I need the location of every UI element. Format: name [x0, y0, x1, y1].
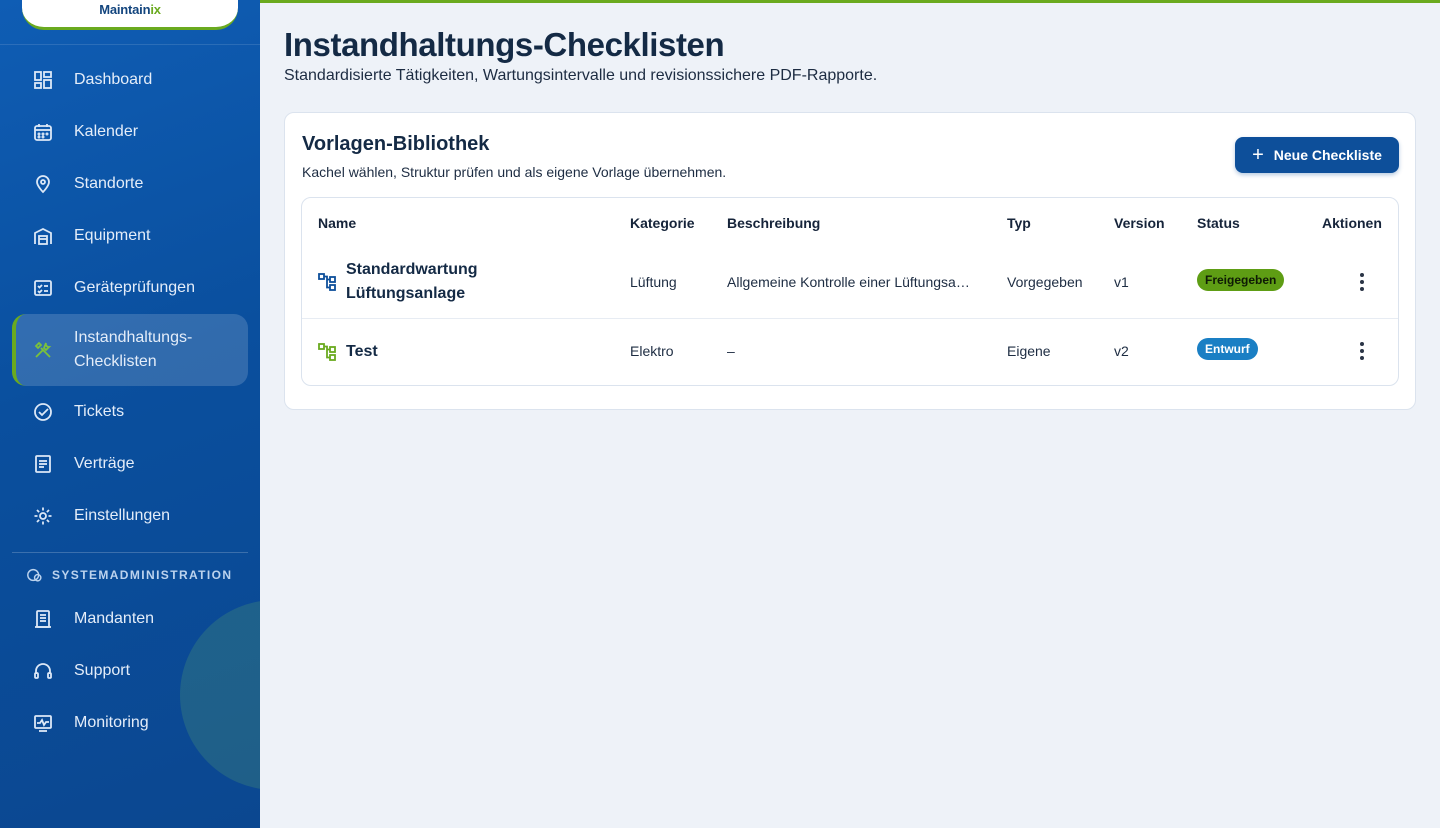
table-header: Name Kategorie Beschreibung Typ Version …: [302, 198, 1398, 246]
tools-icon: [32, 339, 54, 361]
sidebar-item-label: Instandhaltungs-: [74, 329, 193, 346]
row-category: Lüftung: [630, 274, 677, 290]
section-title: SYSTEMADMINISTRATION: [52, 568, 233, 582]
logo-main-text: Maintain: [99, 2, 151, 17]
sidebar: Maintainix Dashboard Kalender Standorte …: [0, 0, 260, 828]
col-name[interactable]: Name: [318, 215, 356, 231]
table-row[interactable]: Test Elektro – Eigene v2 Entwurf: [302, 319, 1398, 385]
template-library-card: Vorlagen-Bibliothek Kachel wählen, Struk…: [284, 112, 1416, 410]
col-version[interactable]: Version: [1114, 215, 1165, 231]
sidebar-item-einstellungen[interactable]: Einstellungen: [12, 490, 248, 542]
more-actions-icon[interactable]: [1359, 342, 1365, 360]
sidebar-item-label: Equipment: [74, 227, 151, 244]
sidebar-item-label: Verträge: [74, 455, 135, 472]
sidebar-item-vertraege[interactable]: Verträge: [12, 438, 248, 490]
row-name[interactable]: Standardwartung: [346, 258, 478, 282]
col-aktionen: Aktionen: [1322, 215, 1382, 231]
card-subtitle: Kachel wählen, Struktur prüfen und als e…: [302, 164, 727, 180]
col-beschreibung[interactable]: Beschreibung: [727, 215, 820, 231]
status-badge: Entwurf: [1197, 338, 1258, 360]
row-version: v2: [1114, 343, 1129, 359]
sidebar-item-standorte[interactable]: Standorte: [12, 158, 248, 210]
sidebar-item-label: Monitoring: [74, 714, 149, 731]
row-description: Allgemeine Kontrolle einer Lüftungsa…: [727, 274, 970, 290]
status-badge: Freigegeben: [1197, 269, 1285, 291]
headset-icon: [32, 660, 54, 682]
sidebar-item-monitoring[interactable]: Monitoring: [12, 697, 248, 749]
sidebar-item-label: Dashboard: [74, 71, 153, 88]
dashboard-icon: [32, 69, 54, 91]
name-cell: Standardwartung Lüftungsanlage: [318, 258, 478, 306]
sidebar-item-dashboard[interactable]: Dashboard: [12, 54, 248, 106]
sidebar-item-label: Mandanten: [74, 610, 155, 627]
nav-divider: [12, 552, 248, 553]
location-pin-icon: [32, 173, 54, 195]
calendar-icon: [32, 121, 54, 143]
document-icon: [32, 453, 54, 475]
sidebar-item-label: Kalender: [74, 123, 139, 140]
row-type: Vorgegeben: [1007, 274, 1083, 290]
more-actions-icon[interactable]: [1359, 273, 1365, 291]
sidebar-item-equipment[interactable]: Equipment: [12, 210, 248, 262]
sidebar-item-label-line2: Checklisten: [74, 353, 157, 370]
row-category: Elektro: [630, 343, 674, 359]
gear-icon: [32, 505, 54, 527]
sidebar-item-instandhaltungs-checklisten[interactable]: Instandhaltungs- Checklisten: [12, 314, 248, 386]
col-typ[interactable]: Typ: [1007, 215, 1031, 231]
row-type: Eigene: [1007, 343, 1051, 359]
col-status[interactable]: Status: [1197, 215, 1240, 231]
new-checklist-label: Neue Checkliste: [1273, 147, 1382, 163]
sidebar-item-label: Geräteprüfungen: [74, 279, 195, 296]
logo-accent-text: ix: [150, 2, 161, 17]
table-row[interactable]: Standardwartung Lüftungsanlage Lüftung Al…: [302, 246, 1398, 319]
sidebar-item-tickets[interactable]: Tickets: [12, 386, 248, 438]
row-name[interactable]: Test: [346, 340, 378, 364]
checklist-table: Name Kategorie Beschreibung Typ Version …: [301, 197, 1399, 386]
card-title: Vorlagen-Bibliothek: [302, 133, 490, 155]
main-nav: Dashboard Kalender Standorte Equipment G…: [12, 54, 248, 749]
checklist-icon: [32, 277, 54, 299]
warehouse-icon: [32, 225, 54, 247]
new-checklist-button[interactable]: + Neue Checkliste: [1235, 137, 1399, 173]
monitoring-icon: [32, 712, 54, 734]
logo[interactable]: Maintainix: [22, 0, 238, 30]
row-description: –: [727, 343, 735, 359]
check-circle-icon: [32, 401, 54, 423]
sidebar-item-kalender[interactable]: Kalender: [12, 106, 248, 158]
hierarchy-icon: [318, 273, 336, 291]
sidebar-item-label: Tickets: [74, 403, 125, 420]
sidebar-item-mandanten[interactable]: Mandanten: [12, 593, 248, 645]
page-title: Instandhaltungs-Checklisten: [284, 26, 725, 63]
top-accent-line: [260, 0, 1440, 3]
page-subtitle: Standardisierte Tätigkeiten, Wartungsint…: [284, 67, 878, 84]
row-name-line2: Lüftungsanlage: [346, 285, 466, 302]
sidebar-item-geraetepruefungen[interactable]: Geräteprüfungen: [12, 262, 248, 314]
hierarchy-icon: [318, 343, 336, 361]
sidebar-item-support[interactable]: Support: [12, 645, 248, 697]
admin-shield-icon: [27, 568, 42, 582]
sidebar-item-label: Einstellungen: [74, 507, 171, 524]
divider: [0, 44, 260, 45]
sidebar-item-label: Support: [74, 662, 131, 679]
name-cell: Test: [318, 340, 378, 364]
row-version: v1: [1114, 274, 1129, 290]
section-heading: SYSTEMADMINISTRATION: [12, 565, 248, 585]
plus-icon: +: [1252, 144, 1264, 166]
col-kategorie[interactable]: Kategorie: [630, 215, 695, 231]
sidebar-item-label: Standorte: [74, 175, 144, 192]
tenants-icon: [32, 608, 54, 630]
